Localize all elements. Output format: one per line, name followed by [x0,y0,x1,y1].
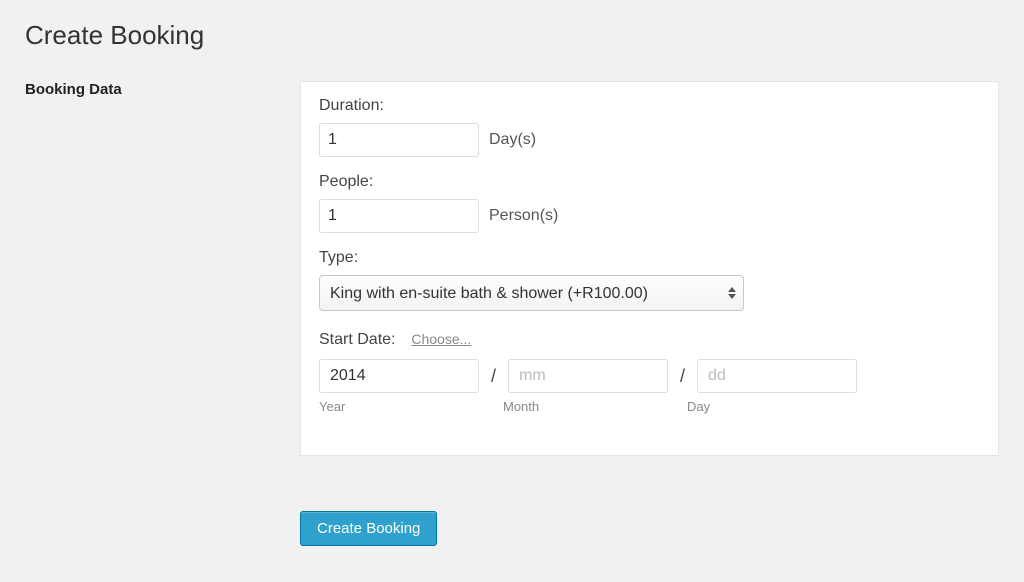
month-input[interactable] [508,359,668,393]
year-sublabel: Year [319,399,503,414]
submit-row: Create Booking [300,511,999,546]
choose-date-link[interactable]: Choose... [411,331,471,347]
section-label: Booking Data [25,81,270,98]
day-input[interactable] [697,359,857,393]
people-field-group: People: Person(s) [319,173,980,233]
start-date-field-group: Start Date: Choose... / / Year Month Day [319,331,980,414]
start-date-label: Start Date: [319,331,395,348]
duration-input[interactable] [319,123,479,157]
section-sidebar: Booking Data [25,81,270,456]
people-label: People: [319,173,980,191]
day-sublabel: Day [687,399,710,414]
form-layout: Booking Data Duration: Day(s) People: Pe… [25,81,999,456]
create-booking-button[interactable]: Create Booking [300,511,437,546]
page-title: Create Booking [25,20,999,51]
date-separator: / [680,366,685,387]
people-input[interactable] [319,199,479,233]
type-label: Type: [319,249,980,267]
month-sublabel: Month [503,399,687,414]
duration-field-group: Duration: Day(s) [319,97,980,157]
year-input[interactable] [319,359,479,393]
booking-form-panel: Duration: Day(s) People: Person(s) Type:… [300,81,999,456]
type-select[interactable]: King with en-suite bath & shower (+R100.… [319,275,744,311]
type-field-group: Type: King with en-suite bath & shower (… [319,249,980,311]
date-separator: / [491,366,496,387]
people-unit: Person(s) [489,207,558,225]
duration-unit: Day(s) [489,131,536,149]
duration-label: Duration: [319,97,980,115]
